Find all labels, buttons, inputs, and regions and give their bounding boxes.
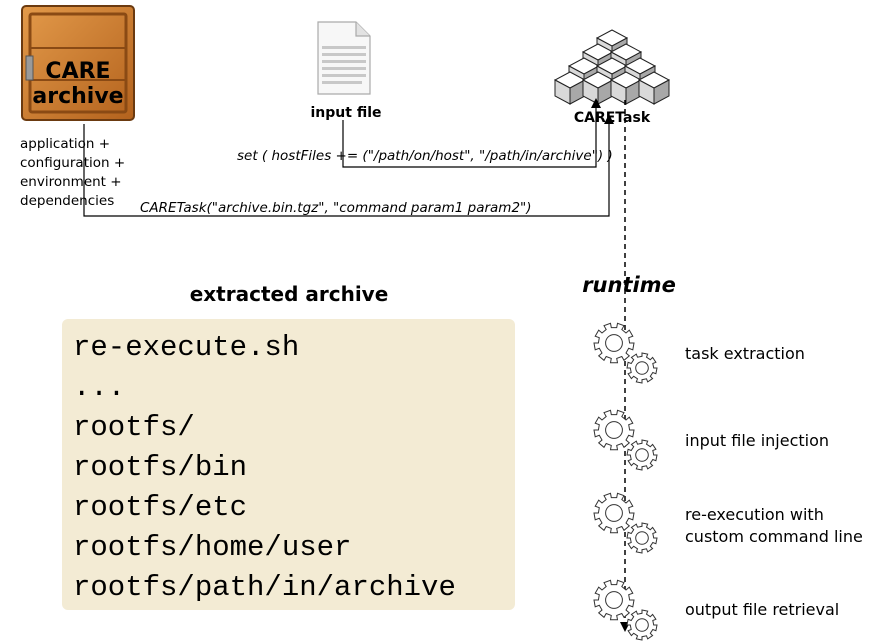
extracted-archive-title: extracted archive <box>190 282 389 306</box>
set-hostfiles-label: set ( hostFiles += ("/path/on/host", "/p… <box>237 148 613 164</box>
crate-contents-line: application + <box>20 136 110 152</box>
runtime-step-label: input file injection <box>685 431 829 450</box>
crate-contents-line: configuration + <box>20 155 125 171</box>
crate-contents-line: environment + <box>20 174 122 190</box>
archive-entry: rootfs/etc <box>73 491 247 524</box>
gear-icon <box>626 522 658 554</box>
gear-icon <box>626 352 658 384</box>
gear-icon <box>593 579 635 621</box>
runtime-step-label: task extraction <box>685 344 805 363</box>
care-workflow-diagram: CARE archive application + configuration… <box>20 5 863 641</box>
crate-label-line2: archive <box>32 84 123 109</box>
gear-icon <box>626 439 658 471</box>
runtime-step-label-part: re-execution with <box>685 505 824 524</box>
crate-contents-line: dependencies <box>20 193 114 209</box>
gear-icon <box>593 492 635 534</box>
archive-entry: rootfs/path/in/archive <box>73 571 456 604</box>
runtime-step-label: output file retrieval <box>685 600 839 619</box>
gear-icon <box>593 409 635 451</box>
crate-label-line1: CARE <box>45 59 110 84</box>
crate-contents: application + configuration + environmen… <box>20 136 125 209</box>
archive-entry: rootfs/home/user <box>73 531 351 564</box>
caretask-label: CARETask <box>574 110 651 126</box>
care-archive-crate-icon: CARE archive <box>21 5 135 121</box>
runtime-title: runtime <box>582 273 676 297</box>
caretask-call-label: CARETask("archive.bin.tgz", "command par… <box>140 200 532 216</box>
archive-entry: ... <box>73 371 125 404</box>
archive-entry: rootfs/ <box>73 411 195 444</box>
input-file-label: input file <box>311 105 382 121</box>
caretask-cubes-icon <box>553 29 671 105</box>
archive-entry: re-execute.sh <box>73 331 299 364</box>
runtime-step-label: re-execution with custom command line <box>685 505 863 546</box>
runtime-step-label-part: custom command line <box>685 527 863 546</box>
input-file-icon <box>317 21 371 95</box>
gear-icon <box>626 609 658 641</box>
archive-entry: rootfs/bin <box>73 451 247 484</box>
gear-icon <box>593 322 635 364</box>
